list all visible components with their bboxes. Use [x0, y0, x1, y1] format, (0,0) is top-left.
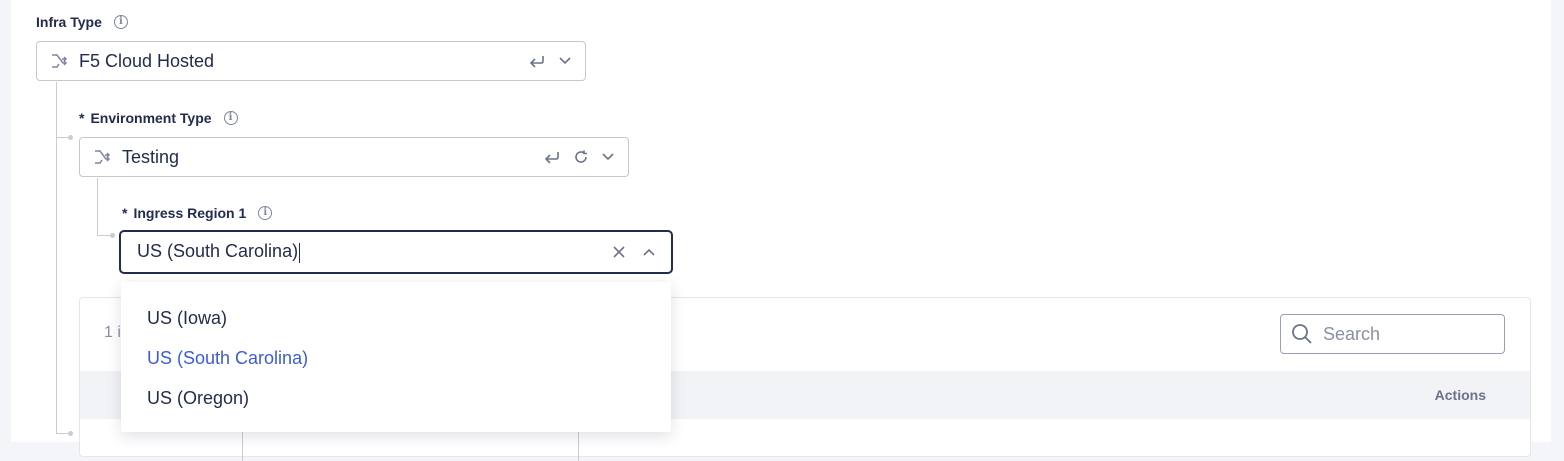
ingress-region-label: Ingress Region 1: [133, 205, 247, 221]
required-marker: *: [79, 110, 85, 126]
tree-connector: [56, 82, 57, 434]
ingress-region-select[interactable]: US (South Carolina): [119, 230, 673, 274]
environment-type-value: Testing: [122, 146, 180, 167]
search-input[interactable]: [1321, 322, 1485, 346]
return-icon[interactable]: [544, 150, 560, 164]
tree-node-dot: [68, 135, 73, 140]
tree-connector: [97, 235, 111, 236]
column-divider: [578, 431, 579, 461]
ingress-region-input[interactable]: US (South Carolina): [137, 241, 613, 263]
search-box[interactable]: [1280, 314, 1505, 354]
infra-type-label-row: Infra Type i: [36, 14, 128, 30]
text-caret: [299, 242, 301, 263]
required-marker: *: [122, 205, 128, 221]
form-panel: Infra Type i F5 Cloud Hosted * Environme…: [11, 0, 1551, 461]
environment-type-select[interactable]: Testing: [79, 137, 629, 177]
infra-type-select[interactable]: F5 Cloud Hosted: [36, 41, 586, 81]
tree-node-dot: [110, 233, 115, 238]
info-icon[interactable]: i: [223, 111, 238, 125]
branch-icon: [52, 54, 68, 68]
tree-node-dot: [68, 431, 73, 436]
environment-type-label: Environment Type: [90, 110, 212, 126]
info-icon[interactable]: i: [113, 15, 128, 29]
environment-type-label-row: * Environment Type i: [79, 110, 238, 126]
branch-icon: [95, 150, 111, 164]
chevron-up-icon[interactable]: [643, 248, 655, 256]
infra-type-label: Infra Type: [36, 14, 102, 30]
refresh-icon[interactable]: [574, 150, 588, 164]
ingress-region-dropdown: US (Iowa) US (South Carolina) US (Oregon…: [121, 282, 671, 432]
search-icon: [1292, 324, 1312, 344]
info-icon[interactable]: i: [258, 206, 273, 220]
chevron-down-icon[interactable]: [602, 153, 614, 161]
clear-icon[interactable]: [613, 246, 625, 258]
tree-connector: [97, 178, 98, 236]
chevron-down-icon[interactable]: [559, 57, 571, 65]
dropdown-option[interactable]: US (Oregon): [147, 388, 249, 409]
ingress-region-label-row: * Ingress Region 1 i: [122, 205, 273, 221]
dropdown-option[interactable]: US (Iowa): [147, 308, 227, 329]
items-count: 1 i: [104, 324, 121, 341]
return-icon[interactable]: [529, 54, 545, 68]
infra-type-value: F5 Cloud Hosted: [79, 50, 215, 71]
dropdown-option-selected[interactable]: US (South Carolina): [147, 348, 308, 369]
actions-column-header: Actions: [1434, 387, 1486, 403]
column-divider: [242, 431, 243, 461]
ingress-region-value: US (South Carolina): [137, 241, 299, 262]
